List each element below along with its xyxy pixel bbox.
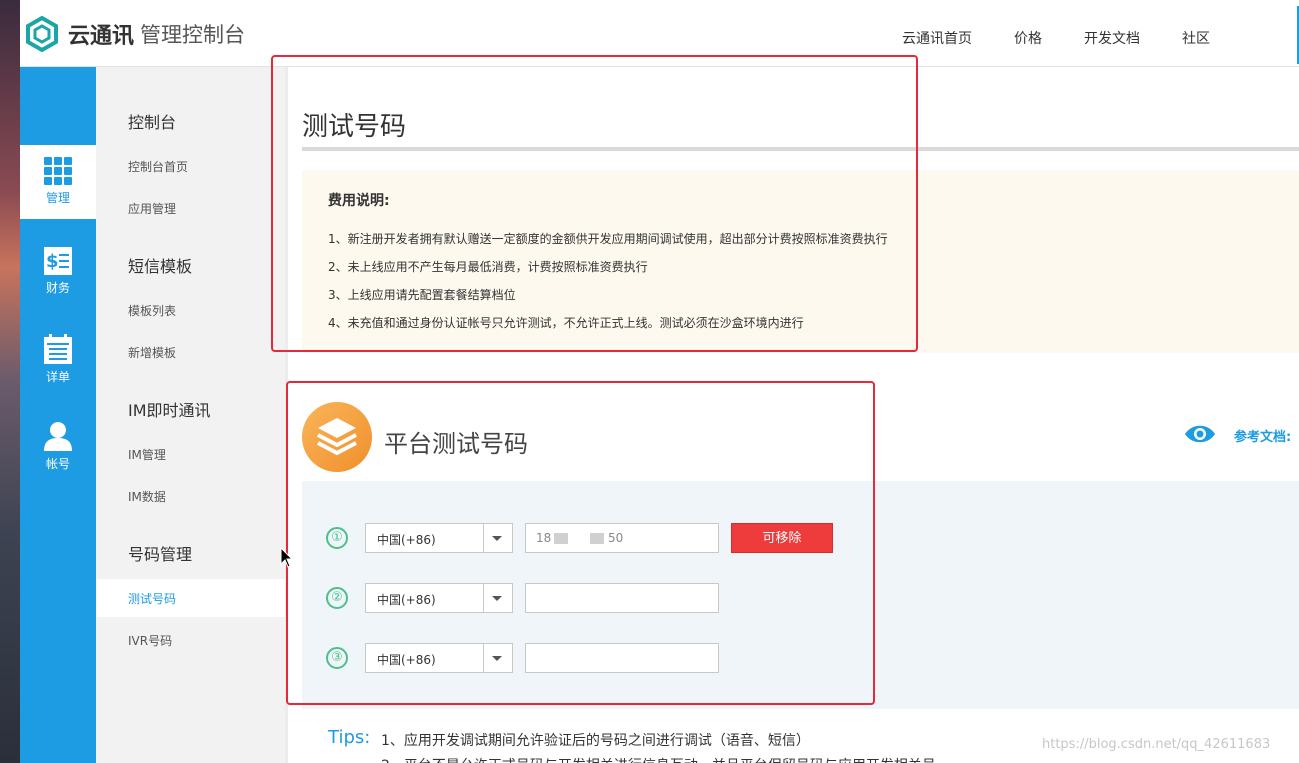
primary-nav-finance[interactable]: $ 财务 [20, 235, 96, 309]
nav-docs[interactable]: 开发文档 [1084, 28, 1140, 48]
top-nav: 云通讯首页 价格 开发文档 社区 [902, 28, 1252, 48]
nav-community[interactable]: 社区 [1182, 28, 1210, 48]
reference-doc-link[interactable]: 参考文档: [1234, 426, 1291, 445]
tips-line: 2、平台不是允许正式号码与开发相关进行信息互动，并且平台保留号码与应用开发相关号 [381, 755, 936, 763]
eye-icon [1185, 425, 1215, 443]
primary-nav-account[interactable]: 帐号 [20, 409, 96, 483]
nav-im-manage[interactable]: IM管理 [128, 446, 166, 463]
nav-ivr-numbers[interactable]: IVR号码 [128, 632, 172, 649]
desktop-background [0, 0, 20, 763]
nav-console-home[interactable]: 控制台首页 [128, 158, 188, 175]
group-console: 控制台 [128, 113, 177, 132]
tips-line: 1、应用开发调试期间允许验证后的号码之间进行调试（语音、短信） [381, 733, 810, 749]
primary-nav-label: 帐号 [45, 457, 70, 471]
mouse-cursor-icon [280, 547, 294, 568]
logo-hexagon-icon [26, 16, 58, 52]
brand-subtitle: 管理控制台 [140, 23, 246, 47]
calendar-icon [44, 334, 72, 364]
nav-home[interactable]: 云通讯首页 [902, 28, 972, 48]
tips-label: Tips: [328, 727, 371, 748]
nav-im-data[interactable]: IM数据 [128, 488, 166, 505]
nav-template-list[interactable]: 模板列表 [128, 302, 176, 319]
nav-app-manage[interactable]: 应用管理 [128, 200, 176, 217]
highlight-frame-fee [271, 55, 918, 352]
group-number-manage: 号码管理 [128, 545, 193, 564]
nav-pricing[interactable]: 价格 [1014, 28, 1042, 48]
logo[interactable]: 云通讯 管理控制台 [26, 16, 245, 52]
nav-template-add[interactable]: 新增模板 [128, 344, 176, 361]
bill-icon: $ [44, 247, 72, 275]
active-item-bg [96, 579, 285, 617]
group-im: IM即时通讯 [128, 401, 211, 420]
svg-text:$: $ [46, 251, 59, 272]
brand-name: 云通讯 [68, 24, 135, 49]
secondary-sidebar: 控制台 控制台首页 应用管理 短信模板 模板列表 新增模板 IM即时通讯 IM管… [96, 67, 285, 763]
primary-nav-label: 财务 [45, 281, 70, 295]
grid-icon [44, 157, 72, 185]
highlight-frame-form [286, 381, 875, 705]
primary-nav-label: 详单 [45, 370, 70, 384]
primary-nav-label: 管理 [45, 191, 70, 205]
nav-test-numbers[interactable]: 测试号码 [128, 590, 176, 607]
primary-nav-manage[interactable]: 管理 [20, 145, 96, 219]
primary-nav-details[interactable]: 详单 [20, 322, 96, 396]
group-sms-template: 短信模板 [128, 257, 193, 276]
watermark: https://blog.csdn.net/qq_42611683 [1042, 737, 1271, 752]
user-icon [44, 422, 72, 451]
primary-sidebar: 管理 $ 财务 详单 帐号 [20, 67, 96, 763]
